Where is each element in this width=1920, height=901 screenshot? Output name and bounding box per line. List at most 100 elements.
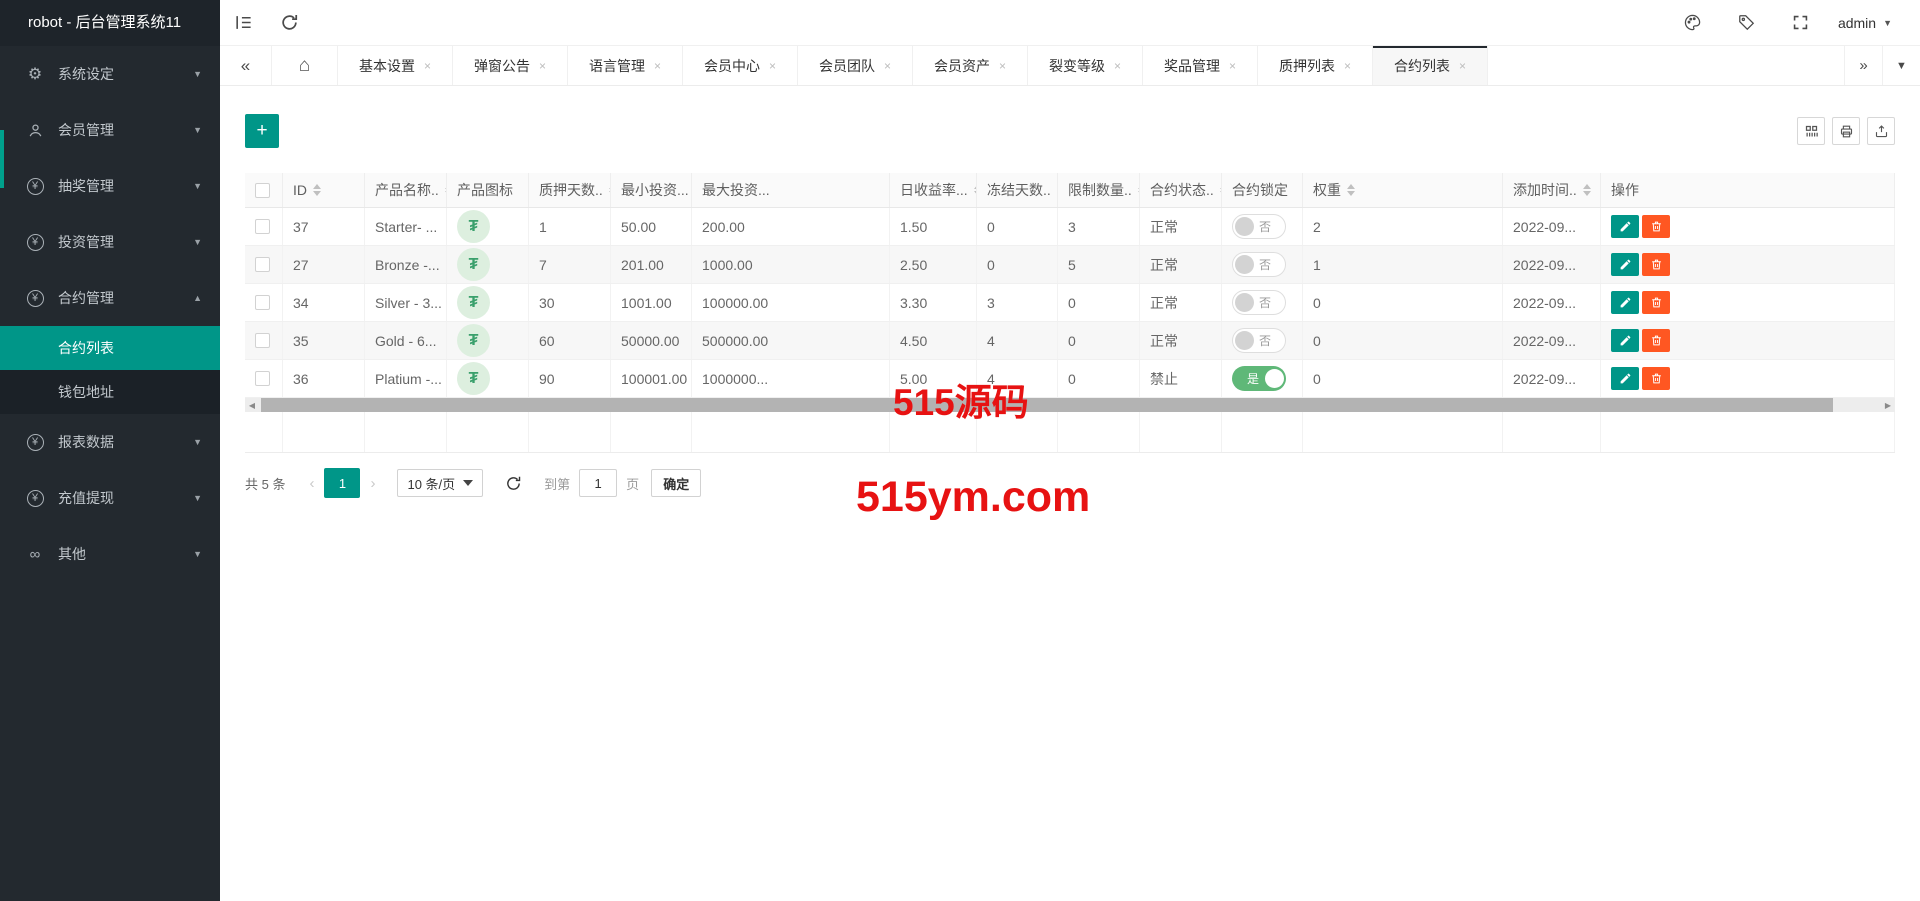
scrollbar-thumb[interactable]	[261, 398, 1833, 412]
sidebar-item-7[interactable]: ∞ 其他 ▼	[0, 526, 220, 582]
fullscreen-icon[interactable]	[1774, 0, 1828, 46]
goto-page-suffix: 页	[626, 476, 640, 492]
tab-6[interactable]: 裂变等级 ×	[1028, 46, 1143, 85]
tab-9[interactable]: 合约列表 ×	[1373, 46, 1488, 85]
lock-toggle[interactable]: 否	[1232, 328, 1286, 353]
prev-page-icon[interactable]: ‹	[299, 475, 324, 492]
tabs-scroll-left-icon[interactable]: «	[220, 46, 272, 85]
sort-icon[interactable]	[313, 184, 321, 196]
tab-close-icon[interactable]: ×	[1229, 59, 1236, 73]
tab-label: 基本设置	[358, 57, 415, 74]
tabs-scroll-right-icon[interactable]: »	[1844, 46, 1882, 85]
app-title: robot - 后台管理系统11	[0, 0, 220, 46]
delete-button[interactable]	[1642, 215, 1670, 238]
cell-value: 0	[1313, 294, 1321, 311]
select-all-checkbox[interactable]	[255, 182, 270, 198]
edit-button[interactable]	[1611, 329, 1639, 352]
row-checkbox[interactable]	[255, 257, 270, 272]
app-root: robot - 后台管理系统11 ⚙ 系统设定 ▼ 会员管理 ▼ ¥ 抽奖管理 ▼ ¥ 投资管理 ▼…	[0, 0, 1920, 901]
cell-value: 50.00	[621, 218, 657, 235]
tab-close-icon[interactable]: ×	[769, 59, 776, 73]
tab-close-icon[interactable]: ×	[1459, 59, 1466, 73]
sidebar-item-6[interactable]: ¥ 充值提现 ▼	[0, 470, 220, 526]
delete-button[interactable]	[1642, 329, 1670, 352]
tabs-menu-icon[interactable]: ▼	[1882, 46, 1920, 85]
delete-button[interactable]	[1642, 291, 1670, 314]
cell-max: 100000.00	[692, 284, 890, 321]
add-button[interactable]: +	[245, 114, 279, 148]
goto-confirm-button[interactable]: 确定	[651, 469, 702, 497]
theme-palette-icon[interactable]	[1666, 0, 1720, 46]
current-page-button[interactable]: 1	[324, 468, 361, 498]
scroll-right-arrow-icon[interactable]: ▶	[1881, 398, 1895, 412]
edit-button[interactable]	[1611, 291, 1639, 314]
link-icon: ∞	[29, 545, 41, 563]
column-label: 合约状态..	[1150, 182, 1214, 198]
tab-close-icon[interactable]: ×	[999, 59, 1006, 73]
row-checkbox[interactable]	[255, 371, 270, 386]
export-icon[interactable]	[1867, 117, 1895, 145]
tab-3[interactable]: 会员中心 ×	[683, 46, 798, 85]
tab-5[interactable]: 会员资产 ×	[913, 46, 1028, 85]
cell-icon: ₮	[447, 360, 529, 397]
home-tab-icon[interactable]: ⌂	[272, 46, 338, 85]
sidebar-subitem-4-1[interactable]: 钱包地址	[0, 370, 220, 414]
tab-close-icon[interactable]: ×	[1114, 59, 1121, 73]
lock-toggle[interactable]: 否	[1232, 290, 1286, 315]
cell-value: 0	[1068, 370, 1076, 387]
tab-label: 会员资产	[933, 57, 990, 74]
user-menu[interactable]: admin ▼	[1828, 15, 1902, 31]
cell-actions	[1601, 246, 1895, 283]
tab-close-icon[interactable]: ×	[654, 59, 661, 73]
columns-filter-icon[interactable]	[1797, 117, 1825, 145]
row-checkbox[interactable]	[255, 295, 270, 310]
tab-4[interactable]: 会员团队 ×	[798, 46, 913, 85]
horizontal-scrollbar[interactable]: ◀ ▶	[245, 398, 1895, 412]
tab-close-icon[interactable]: ×	[884, 59, 891, 73]
sidebar-item-5[interactable]: ¥ 报表数据 ▼	[0, 414, 220, 470]
column-label: 限制数量..	[1068, 182, 1132, 198]
sidebar-item-0[interactable]: ⚙ 系统设定 ▼	[0, 46, 220, 102]
tab-close-icon[interactable]: ×	[1344, 59, 1351, 73]
lock-toggle[interactable]: 是	[1232, 366, 1286, 391]
footer-cell	[1140, 412, 1222, 452]
sidebar-item-1[interactable]: 会员管理 ▼	[0, 102, 220, 158]
tab-8[interactable]: 质押列表 ×	[1258, 46, 1373, 85]
sort-icon[interactable]	[1347, 184, 1355, 196]
row-checkbox[interactable]	[255, 219, 270, 234]
print-icon[interactable]	[1832, 117, 1860, 145]
cell-value: 正常	[1150, 256, 1178, 273]
lock-toggle[interactable]: 否	[1232, 252, 1286, 277]
tag-icon[interactable]	[1720, 0, 1774, 46]
delete-button[interactable]	[1642, 253, 1670, 276]
scroll-left-arrow-icon[interactable]: ◀	[245, 398, 259, 412]
tab-close-icon[interactable]: ×	[424, 59, 431, 73]
next-page-icon[interactable]: ›	[360, 475, 385, 492]
yen-icon: ¥	[24, 287, 46, 309]
edit-button[interactable]	[1611, 253, 1639, 276]
tab-close-icon[interactable]: ×	[539, 59, 546, 73]
edit-button[interactable]	[1611, 215, 1639, 238]
column-label: 最大投资...	[702, 182, 770, 198]
sidebar-subitem-4-0[interactable]: 合约列表	[0, 326, 220, 370]
sidebar-item-3[interactable]: ¥ 投资管理 ▼	[0, 214, 220, 270]
row-checkbox[interactable]	[255, 333, 270, 348]
delete-button[interactable]	[1642, 367, 1670, 390]
sort-icon[interactable]	[1582, 184, 1591, 196]
edit-button[interactable]	[1611, 367, 1639, 390]
tab-2[interactable]: 语言管理 ×	[568, 46, 683, 85]
sidebar-scrollbar[interactable]	[0, 130, 4, 188]
sidebar-item-4[interactable]: ¥ 合约管理 ▲	[0, 270, 220, 326]
sidebar-item-2[interactable]: ¥ 抽奖管理 ▼	[0, 158, 220, 214]
lock-toggle[interactable]: 否	[1232, 214, 1286, 239]
tab-7[interactable]: 奖品管理 ×	[1143, 46, 1258, 85]
tab-1[interactable]: 弹窗公告 ×	[453, 46, 568, 85]
cell-value: 7	[539, 256, 547, 273]
pagination-refresh-icon[interactable]	[505, 475, 522, 492]
collapse-menu-icon[interactable]	[220, 0, 266, 46]
tab-0[interactable]: 基本设置 ×	[338, 46, 453, 85]
page-size-select[interactable]: 10 条/页	[397, 469, 484, 497]
refresh-icon[interactable]	[266, 0, 312, 46]
toggle-label: 否	[1259, 258, 1272, 272]
goto-page-input[interactable]	[579, 469, 618, 497]
